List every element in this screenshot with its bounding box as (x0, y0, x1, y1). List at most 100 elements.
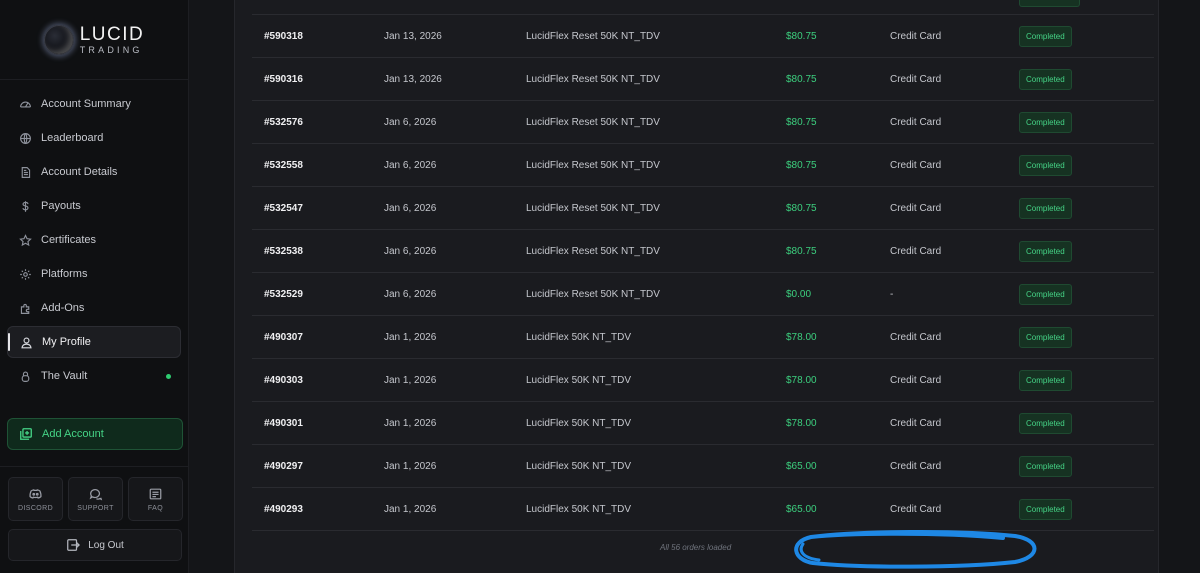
gauge-icon (18, 97, 32, 111)
sidebar-item-account-summary[interactable]: Account Summary (7, 88, 181, 120)
order-payment: Credit Card (890, 30, 942, 42)
order-amount: $80.75 (786, 159, 817, 171)
table-row[interactable]: #590318 Jan 13, 2026 LucidFlex Reset 50K… (252, 15, 1154, 58)
order-id: #590316 (264, 73, 303, 85)
support-label: SUPPORT (77, 504, 114, 512)
sidebar-item-label: My Profile (42, 336, 91, 348)
document-icon (18, 165, 32, 179)
status-badge: Completed (1019, 369, 1072, 391)
brand-logo[interactable]: LUCID TRADING (0, 0, 188, 80)
support-button[interactable]: SUPPORT (68, 477, 123, 521)
order-date: Jan 6, 2026 (384, 202, 437, 214)
add-account-label: Add Account (42, 428, 104, 440)
star-icon (18, 233, 32, 247)
order-item: LucidFlex Reset 50K NT_TDV (526, 116, 660, 128)
table-row[interactable]: #590316 Jan 13, 2026 LucidFlex Reset 50K… (252, 58, 1154, 101)
order-date: Jan 13, 2026 (384, 30, 442, 42)
sidebar-item-certificates[interactable]: Certificates (7, 224, 181, 256)
order-id: #532576 (264, 116, 303, 128)
sidebar-item-the-vault[interactable]: The Vault (7, 360, 181, 392)
orb-logo-icon (43, 24, 74, 55)
chat-icon (89, 488, 103, 500)
status-badge: Completed (1019, 412, 1072, 434)
order-date: Jan 1, 2026 (384, 503, 437, 515)
order-payment: Credit Card (890, 245, 942, 257)
order-item: LucidFlex Reset 50K NT_TDV (526, 202, 660, 214)
order-payment: Credit Card (890, 460, 942, 472)
order-item: LucidFlex 50K NT_TDV (526, 417, 632, 429)
sidebar-nav: Account Summary Leaderboard Account Deta… (0, 80, 188, 392)
order-payment: - (890, 288, 894, 300)
order-amount: $80.75 (786, 245, 817, 257)
sidebar-item-my-profile[interactable]: My Profile (7, 326, 181, 358)
order-item: LucidFlex 50K NT_TDV (526, 374, 632, 386)
status-badge: Completed (1019, 498, 1072, 520)
lock-icon (18, 369, 32, 383)
sidebar-item-leaderboard[interactable]: Leaderboard (7, 122, 181, 154)
table-row[interactable]: #532558 Jan 6, 2026 LucidFlex Reset 50K … (252, 144, 1154, 187)
orders-panel: #590318 Jan 13, 2026 LucidFlex Reset 50K… (234, 0, 1159, 573)
table-row[interactable]: #532576 Jan 6, 2026 LucidFlex Reset 50K … (252, 101, 1154, 144)
discord-button[interactable]: DISCORD (8, 477, 63, 521)
table-row[interactable]: #532538 Jan 6, 2026 LucidFlex Reset 50K … (252, 230, 1154, 273)
table-row[interactable]: #490303 Jan 1, 2026 LucidFlex 50K NT_TDV… (252, 359, 1154, 402)
status-badge: Completed (1019, 25, 1072, 47)
faq-button[interactable]: FAQ (128, 477, 183, 521)
table-row[interactable]: #532547 Jan 6, 2026 LucidFlex Reset 50K … (252, 187, 1154, 230)
order-payment: Credit Card (890, 503, 942, 515)
order-date: Jan 1, 2026 (384, 331, 437, 343)
order-item: LucidFlex Reset 50K NT_TDV (526, 159, 660, 171)
status-badge-partial (1019, 0, 1080, 7)
order-item: LucidFlex Reset 50K NT_TDV (526, 30, 660, 42)
status-badge: Completed (1019, 197, 1072, 219)
online-indicator-dot (166, 374, 171, 379)
order-payment: Credit Card (890, 73, 942, 85)
order-item: LucidFlex Reset 50K NT_TDV (526, 288, 660, 300)
order-date: Jan 6, 2026 (384, 288, 437, 300)
faq-label: FAQ (147, 504, 164, 512)
sidebar-item-label: Add-Ons (41, 302, 85, 314)
logout-button[interactable]: Log Out (8, 529, 182, 561)
order-date: Jan 6, 2026 (384, 159, 437, 171)
sidebar: LUCID TRADING Account Summary Leaderboar… (0, 0, 189, 573)
faq-icon (149, 488, 162, 499)
add-account-button[interactable]: Add Account (7, 418, 183, 450)
order-item: LucidFlex 50K NT_TDV (526, 460, 632, 472)
order-date: Jan 13, 2026 (384, 73, 442, 85)
puzzle-icon (18, 301, 32, 315)
order-amount: $78.00 (786, 417, 817, 429)
globe-icon (18, 131, 32, 145)
sidebar-item-label: Payouts (41, 200, 81, 212)
sidebar-item-label: The Vault (41, 370, 88, 382)
order-date: Jan 6, 2026 (384, 245, 437, 257)
divider (0, 466, 189, 467)
orders-loaded-status: All 56 orders loaded (660, 543, 732, 552)
order-amount: $78.00 (786, 374, 817, 386)
annotation-circle-markup (794, 529, 1037, 569)
order-payment: Credit Card (890, 374, 942, 386)
status-badge: Completed (1019, 283, 1072, 305)
table-row[interactable]: #490293 Jan 1, 2026 LucidFlex 50K NT_TDV… (252, 488, 1154, 531)
sidebar-item-payouts[interactable]: Payouts (7, 190, 181, 222)
sidebar-item-account-details[interactable]: Account Details (7, 156, 181, 188)
sidebar-item-platforms[interactable]: Platforms (7, 258, 181, 290)
order-payment: Credit Card (890, 116, 942, 128)
table-row[interactable]: #490301 Jan 1, 2026 LucidFlex 50K NT_TDV… (252, 402, 1154, 445)
sidebar-item-label: Platforms (41, 268, 88, 280)
dollar-icon (18, 199, 32, 213)
table-row[interactable]: #532529 Jan 6, 2026 LucidFlex Reset 50K … (252, 273, 1154, 316)
order-id: #532558 (264, 159, 303, 171)
status-badge: Completed (1019, 111, 1072, 133)
brand-subtitle: TRADING (79, 44, 143, 55)
brand-name: LUCID (79, 23, 145, 45)
add-square-icon (20, 428, 32, 440)
gear-icon (18, 267, 32, 281)
order-id: #590318 (264, 30, 303, 42)
order-item: LucidFlex Reset 50K NT_TDV (526, 245, 660, 257)
order-payment: Credit Card (890, 159, 942, 171)
table-row[interactable]: #490297 Jan 1, 2026 LucidFlex 50K NT_TDV… (252, 445, 1154, 488)
order-payment: Credit Card (890, 202, 942, 214)
table-row[interactable]: #490307 Jan 1, 2026 LucidFlex 50K NT_TDV… (252, 316, 1154, 359)
sidebar-item-add-ons[interactable]: Add-Ons (7, 292, 181, 324)
order-amount: $80.75 (786, 73, 817, 85)
